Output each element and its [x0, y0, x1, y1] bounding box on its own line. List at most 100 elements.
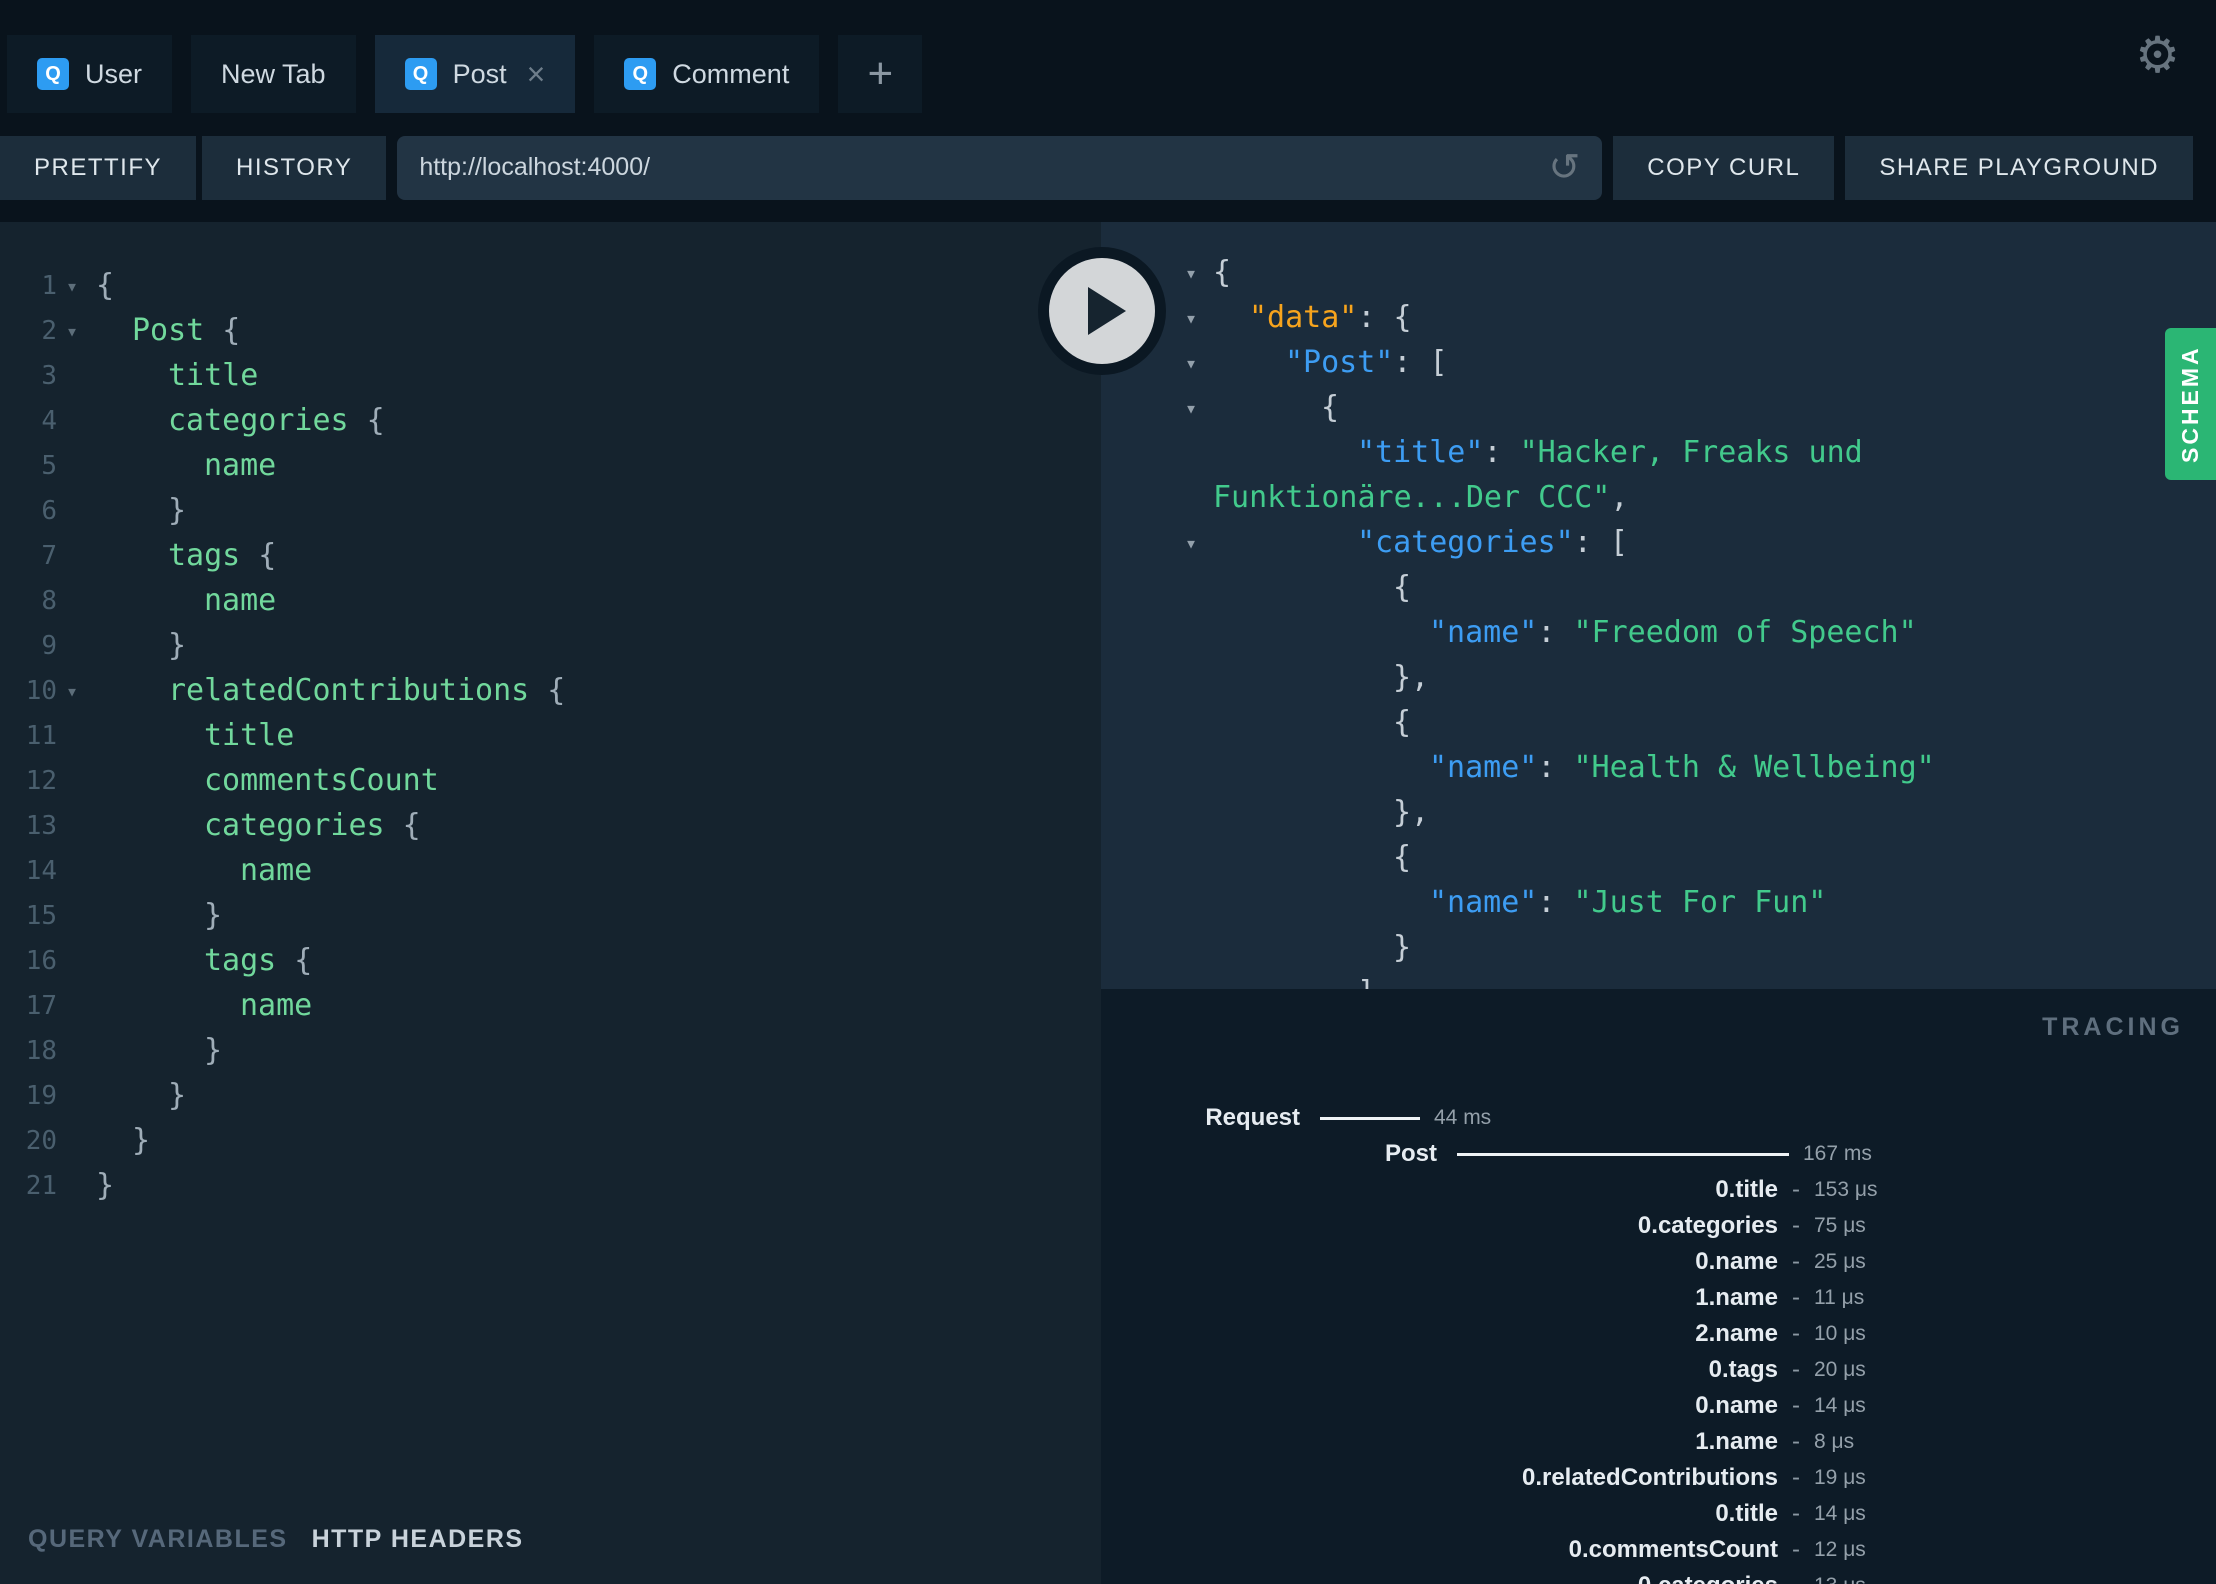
reload-icon[interactable]: ↺	[1548, 149, 1580, 187]
trace-row: 0.title -14 μs	[1101, 1496, 2216, 1532]
line-number: 7	[41, 540, 57, 571]
line-number: 10	[25, 675, 57, 706]
response-line: }	[1393, 930, 1412, 965]
url-input[interactable]	[419, 153, 1537, 182]
query-variables-tab[interactable]: QUERY VARIABLES	[28, 1525, 288, 1554]
line-number: 18	[25, 1035, 57, 1066]
trace-dash: -	[1792, 1248, 1800, 1275]
tab-label: New Tab	[221, 58, 326, 89]
trace-label: 0.categories	[1637, 1212, 1778, 1239]
query-editor[interactable]: 1 ▾{2 ▾ Post {3 title 4 categories {5 name 6} 7 ta…	[0, 222, 1101, 1495]
response-line: "name": "Freedom of Speech"	[1429, 615, 1917, 650]
execute-button[interactable]	[1038, 247, 1166, 375]
trace-row: Post 167 ms	[1101, 1136, 2216, 1172]
editor-line: 8 name	[0, 578, 1101, 623]
line-number: 1	[41, 270, 57, 301]
trace-label: 0.tags	[1708, 1356, 1778, 1383]
editor-line: 6}	[0, 488, 1101, 533]
trace-dash: -	[1792, 1572, 1800, 1584]
editor-footer: QUERY VARIABLES HTTP HEADERS	[0, 1495, 1101, 1584]
editor-line: 14 name	[0, 848, 1101, 893]
url-bar: ↺	[397, 135, 1603, 200]
editor-line: 19}	[0, 1073, 1101, 1118]
tab-label: Post	[452, 58, 507, 89]
response-line: ▾ "Post": [	[1101, 340, 2216, 385]
settings-gear-icon[interactable]: ⚙	[2135, 26, 2180, 84]
response-pane: ▾{▾ "data": {▾ "Post": [▾{"title": "Hacker…	[1101, 222, 2216, 1584]
trace-time: 25 μs	[1814, 1250, 1866, 1273]
trace-label: 0.categories	[1101, 1572, 1778, 1584]
tab-strip: Q User New Tab Q Post × Q Comment	[7, 35, 838, 113]
tab-post[interactable]: Q Post ×	[374, 35, 576, 113]
fold-arrow-icon[interactable]: ▾	[57, 319, 96, 343]
response-line: Funktionäre...Der CCC",	[1213, 480, 1629, 515]
editor-line: 5 name	[0, 443, 1101, 488]
tab-new-tab[interactable]: New Tab	[191, 35, 356, 113]
trace-label: 1.name	[1695, 1284, 1778, 1311]
response-line: ▾ "data": {	[1101, 295, 2216, 340]
trace-dash: -	[1792, 1176, 1800, 1203]
trace-row: 1.name -8 μs	[1101, 1424, 2216, 1460]
trace-time: 44 ms	[1434, 1106, 1492, 1129]
execute-button-circle	[1049, 258, 1155, 364]
editor-line: 15}	[0, 893, 1101, 938]
line-number: 9	[41, 630, 57, 661]
tracing-title: TRACING	[2042, 1013, 2184, 1041]
trace-row: Request 44 ms	[1101, 1100, 2216, 1136]
trace-row: 0.name -25 μs	[1101, 1244, 2216, 1280]
toolbar: PRETTIFY HISTORY ↺ COPY CURL SHARE PLAYG…	[0, 113, 2216, 222]
fold-arrow-icon[interactable]: ▾	[57, 679, 96, 703]
line-number: 3	[41, 360, 57, 391]
trace-row: 1.name -11 μs	[1101, 1280, 2216, 1316]
trace-time: 153 μs	[1814, 1178, 1878, 1201]
tab-user[interactable]: Q User	[7, 35, 173, 113]
line-number: 17	[25, 990, 57, 1021]
tab-comment[interactable]: Q Comment	[594, 35, 820, 113]
fold-arrow-icon[interactable]: ▾	[1101, 396, 1213, 420]
close-tab-icon[interactable]: ×	[527, 58, 546, 90]
trace-time: 13 μs	[1814, 1574, 1866, 1584]
history-button[interactable]: HISTORY	[202, 135, 387, 200]
line-number: 13	[25, 810, 57, 841]
share-playground-button[interactable]: SHARE PLAYGROUND	[1845, 135, 2193, 200]
response-line: },	[1393, 660, 1430, 695]
response-viewer: ▾{▾ "data": {▾ "Post": [▾{"title": "Hacker…	[1101, 222, 2216, 989]
trace-time: 19 μs	[1814, 1466, 1866, 1489]
trace-time: 14 μs	[1814, 1502, 1866, 1525]
trace-time: 11 μs	[1814, 1286, 1865, 1309]
trace-row: 0.name -14 μs	[1101, 1388, 2216, 1424]
http-headers-tab[interactable]: HTTP HEADERS	[312, 1525, 524, 1554]
query-badge-icon: Q	[404, 58, 437, 90]
query-badge-icon: Q	[37, 58, 69, 90]
trace-time: 167 ms	[1803, 1142, 1872, 1165]
fold-arrow-icon[interactable]: ▾	[1101, 531, 1213, 555]
trace-time: 10 μs	[1814, 1322, 1866, 1345]
schema-tab[interactable]: SCHEMA	[2165, 328, 2216, 480]
editor-line: 21}	[0, 1163, 1101, 1208]
graphql-playground: Q User New Tab Q Post × Q Comment + ⚙ PRETTIFY …	[0, 0, 2216, 1584]
line-number: 16	[25, 945, 57, 976]
editor-line: 17 name	[0, 983, 1101, 1028]
trace-duration-bar	[1457, 1152, 1789, 1156]
editor-line: 7 tags {	[0, 533, 1101, 578]
editor-line: 13 categories {	[0, 803, 1101, 848]
copy-curl-button[interactable]: COPY CURL	[1613, 135, 1835, 200]
response-line: ▾{	[1101, 385, 2216, 430]
response-line: ▾ "categories": [	[1101, 520, 2216, 565]
line-number: 14	[25, 855, 57, 886]
tab-bar: Q User New Tab Q Post × Q Comment + ⚙	[0, 0, 2216, 113]
trace-row: 2.name -10 μs	[1101, 1316, 2216, 1352]
query-badge-icon: Q	[624, 58, 657, 90]
prettify-button[interactable]: PRETTIFY	[0, 135, 197, 200]
play-icon	[1088, 287, 1126, 335]
line-number: 21	[25, 1170, 57, 1201]
line-number: 15	[25, 900, 57, 931]
fold-arrow-icon[interactable]: ▾	[57, 274, 96, 298]
new-tab-button[interactable]: +	[838, 35, 923, 113]
response-line: {	[1393, 840, 1412, 875]
trace-row: 0.tags -20 μs	[1101, 1352, 2216, 1388]
line-number: 11	[25, 720, 57, 751]
trace-dash: -	[1792, 1320, 1800, 1347]
response-line: "title": "Hacker, Freaks und	[1357, 435, 1863, 470]
response-line: },	[1393, 795, 1430, 830]
